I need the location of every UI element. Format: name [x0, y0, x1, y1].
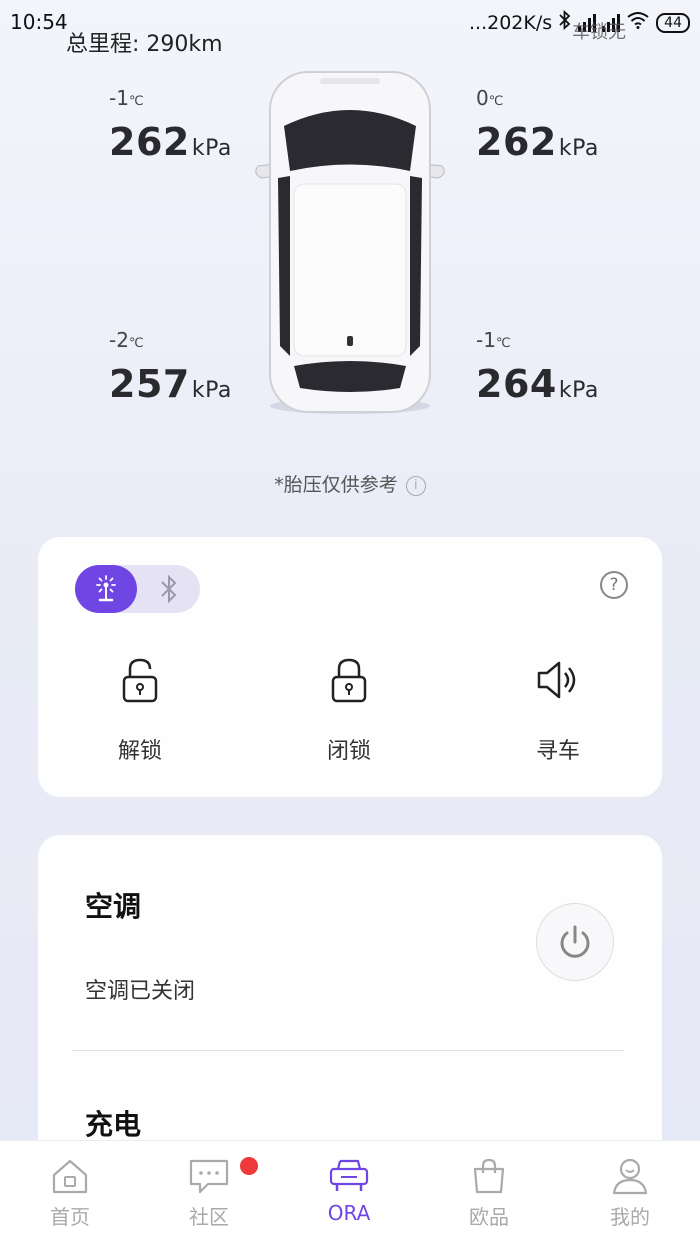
signal-tower-icon [96, 575, 116, 602]
tire-temp: 0 [476, 86, 489, 110]
nav-ora[interactable]: ORA [299, 1157, 399, 1225]
bluetooth-mode-button[interactable] [137, 565, 200, 613]
help-icon[interactable]: ? [600, 571, 628, 599]
nav-ora-label: ORA [327, 1201, 371, 1225]
speaker-icon [537, 661, 576, 699]
bluetooth-icon [160, 574, 176, 604]
tire-temp: -1 [109, 86, 129, 110]
user-icon [612, 1158, 648, 1195]
net-speed: ...202K/s [469, 11, 553, 34]
shopping-bag-icon [473, 1158, 505, 1194]
tire-temp: -2 [109, 328, 129, 352]
tire-pressure-note: *胎压仅供参考 i [0, 470, 700, 497]
temp-unit: ℃ [488, 94, 504, 109]
car-icon [329, 1159, 369, 1191]
tire-rear-left: -2℃ 257kPa [109, 328, 269, 406]
car-top-view-image [255, 71, 445, 414]
pressure-unit: kPa [191, 136, 232, 161]
bluetooth-status-icon [558, 9, 572, 35]
nav-shop[interactable]: 欧品 [439, 1157, 539, 1230]
nav-home[interactable]: 首页 [20, 1157, 120, 1230]
ac-power-button[interactable] [536, 903, 614, 981]
nav-me[interactable]: 我的 [580, 1157, 680, 1230]
tire-pressure: 264 [476, 362, 557, 406]
nav-community[interactable]: 社区 [159, 1157, 259, 1230]
lock-button[interactable]: 闭锁 [294, 657, 404, 765]
tire-pressure: 262 [109, 120, 190, 164]
divider [72, 1050, 624, 1051]
odometer: 总里程: 290km [66, 32, 223, 57]
notification-badge [240, 1157, 258, 1175]
find-car-button[interactable]: 寻车 [503, 657, 613, 765]
pressure-unit: kPa [191, 378, 232, 403]
home-icon [52, 1159, 88, 1194]
info-icon[interactable]: i [405, 475, 426, 496]
tire-pressure: 257 [109, 362, 190, 406]
ac-status: 空调已关闭 [85, 979, 196, 1004]
nav-me-label: 我的 [610, 1205, 650, 1229]
remote-control-card: ? 解锁 闭锁 寻车 [38, 537, 662, 797]
tire-front-right: 0℃ 262kPa [476, 86, 636, 164]
unlock-icon [122, 658, 158, 703]
temp-unit: ℃ [495, 336, 511, 351]
charging-title: 充电 [85, 1108, 142, 1141]
wifi-icon [626, 11, 650, 34]
tire-pressure: 262 [476, 120, 557, 164]
connection-mode-toggle[interactable] [75, 565, 200, 613]
tire-front-left: -1℃ 262kPa [109, 86, 269, 164]
lock-icon [331, 658, 367, 703]
battery-icon: 44 [656, 12, 690, 33]
ac-title: 空调 [85, 890, 142, 923]
tire-note-text: *胎压仅供参考 [274, 474, 398, 496]
unlock-button[interactable]: 解锁 [85, 657, 195, 765]
remote-mode-button[interactable] [75, 565, 137, 613]
nav-home-label: 首页 [50, 1205, 90, 1229]
bottom-nav: 首页 社区 ORA 欧品 我的 [0, 1140, 700, 1244]
unlock-label: 解锁 [117, 739, 162, 764]
header-lock-text: 车锁无 [572, 22, 626, 43]
tire-temp: -1 [476, 328, 496, 352]
nav-community-label: 社区 [189, 1205, 229, 1229]
lock-label: 闭锁 [326, 739, 371, 764]
temp-unit: ℃ [128, 94, 144, 109]
pressure-unit: kPa [558, 378, 599, 403]
pressure-unit: kPa [558, 136, 599, 161]
tire-rear-right: -1℃ 264kPa [476, 328, 636, 406]
find-car-label: 寻车 [535, 739, 580, 764]
nav-shop-label: 欧品 [469, 1205, 509, 1229]
power-icon [560, 925, 590, 958]
chat-icon [189, 1159, 229, 1194]
status-time: 10:54 [10, 10, 68, 34]
temp-unit: ℃ [128, 336, 144, 351]
